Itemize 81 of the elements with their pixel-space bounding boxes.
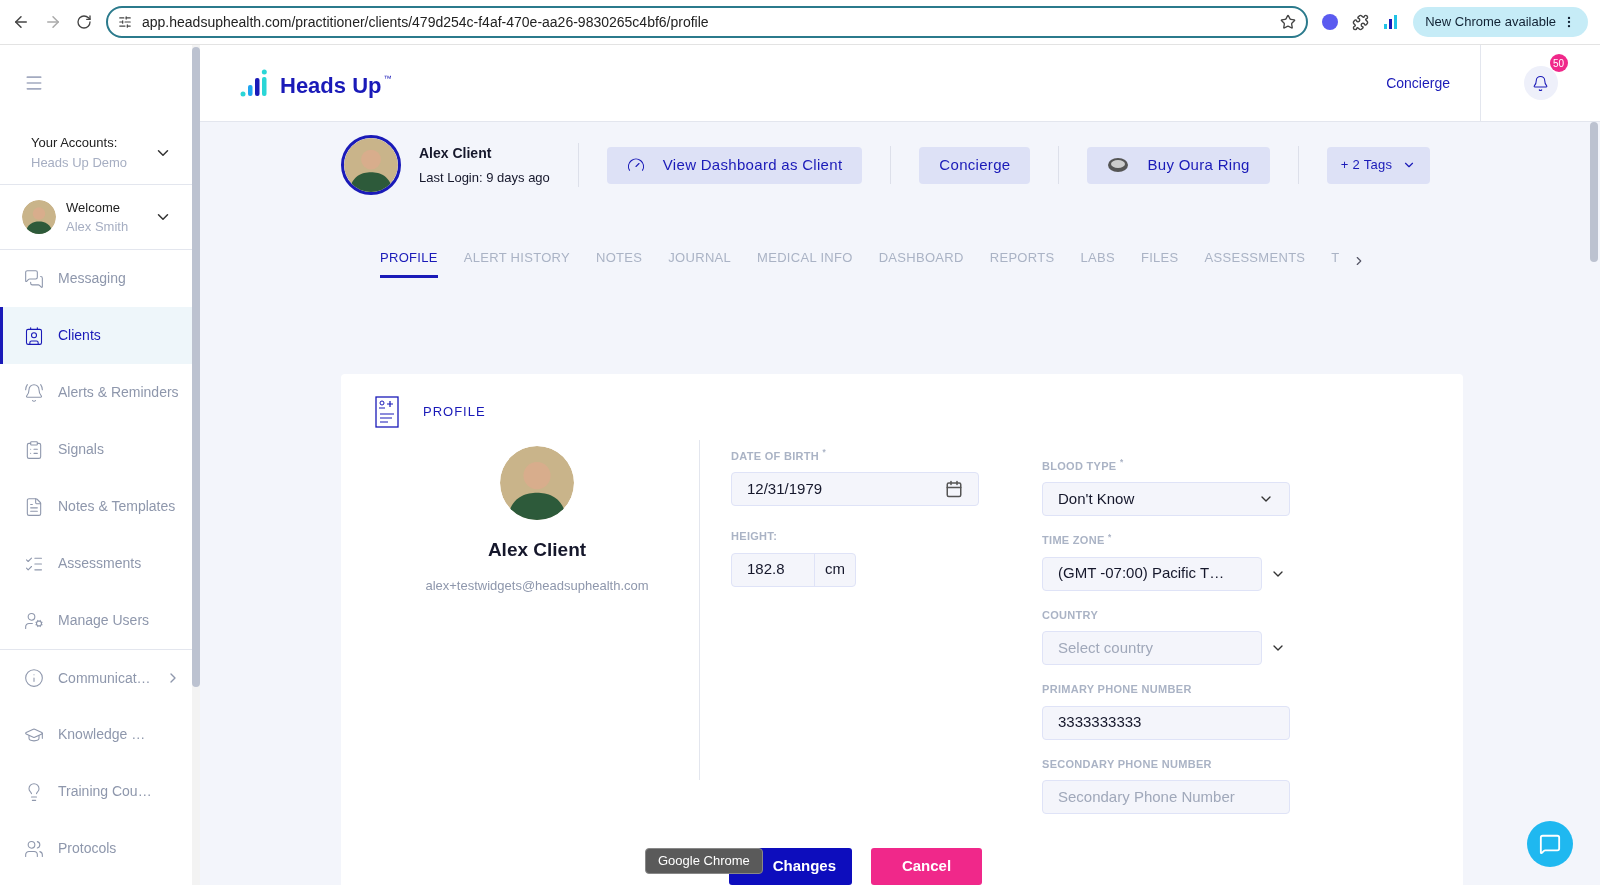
tab[interactable]: FILES bbox=[1140, 243, 1179, 278]
action-button[interactable]: Concierge bbox=[919, 146, 1031, 184]
select-field[interactable]: Don't Know bbox=[1042, 482, 1290, 516]
tab[interactable]: NOTES bbox=[596, 243, 643, 278]
group-icon bbox=[24, 838, 44, 859]
tab[interactable]: MEDICAL INFO bbox=[757, 243, 853, 278]
puzzle-icon[interactable] bbox=[1352, 13, 1370, 31]
tab[interactable]: T bbox=[1331, 243, 1340, 278]
notification-button[interactable] bbox=[1523, 66, 1558, 100]
last-login: Last Login: 9 days ago bbox=[419, 168, 550, 187]
trademark: ™ bbox=[383, 73, 392, 85]
user-gear-icon bbox=[24, 610, 44, 631]
text-field[interactable]: 3333333333 bbox=[1042, 705, 1290, 740]
update-button[interactable]: New Chrome available bbox=[1413, 7, 1588, 37]
reload-icon[interactable] bbox=[76, 14, 92, 30]
sidebar-item[interactable]: Notes & Templates bbox=[0, 478, 192, 535]
bell-icon bbox=[1532, 74, 1549, 92]
action-button[interactable]: Buy Oura Ring bbox=[1087, 146, 1270, 184]
tab[interactable]: JOURNAL bbox=[668, 243, 732, 278]
avatar bbox=[341, 135, 401, 196]
profile-document-icon bbox=[375, 395, 399, 428]
tab[interactable]: DASHBOARD bbox=[878, 243, 964, 278]
field-label: PRIMARY PHONE NUMBER bbox=[1042, 682, 1193, 697]
avatar bbox=[22, 200, 56, 234]
back-icon[interactable] bbox=[12, 13, 30, 31]
tab[interactable]: ASSESSMENTS bbox=[1204, 243, 1306, 278]
chat-bubbles-icon bbox=[24, 268, 44, 289]
user-name: Alex Smith bbox=[66, 218, 130, 236]
select-field[interactable]: Select country bbox=[1042, 631, 1262, 665]
welcome-label: Welcome bbox=[66, 198, 121, 217]
action-button[interactable]: View Dashboard as Client bbox=[606, 146, 863, 184]
card-title: PROFILE bbox=[423, 402, 486, 421]
scrollbar[interactable] bbox=[192, 47, 200, 687]
account-name: Heads Up Demo bbox=[31, 153, 128, 172]
field-label: DATE OF BIRTH $^{*}$ bbox=[731, 447, 827, 464]
sidebar-item[interactable]: Clients bbox=[0, 307, 192, 364]
address-bar[interactable]: app.headsuphealth.com/practitioner/clients/479d254c-f4af-470e-aa26-9830265c4bf6/profile bbox=[106, 6, 1309, 38]
cancel-button[interactable]: Cancel bbox=[871, 848, 982, 885]
bar-chart-icon[interactable] bbox=[1383, 14, 1400, 30]
sidebar-item[interactable]: Messaging bbox=[0, 250, 192, 307]
select-field[interactable]: (GMT -07:00) Pacific T… bbox=[1042, 556, 1262, 591]
notification-badge: 50 bbox=[1549, 54, 1568, 72]
logo-text: Heads Up bbox=[280, 75, 382, 97]
sidebar-item[interactable]: Protocols bbox=[0, 820, 192, 877]
field-label: BLOOD TYPE $^{*}$ bbox=[1042, 457, 1125, 474]
field-label: HEIGHT: bbox=[731, 529, 779, 544]
sidebar-item[interactable]: Signals bbox=[0, 421, 192, 478]
info-icon bbox=[24, 668, 44, 688]
unit-label: cm bbox=[824, 559, 846, 580]
height-field[interactable]: 182.8 cm bbox=[731, 552, 856, 587]
client-name: Alex Client bbox=[419, 143, 493, 163]
bell-icon bbox=[24, 382, 44, 403]
extension-icon[interactable] bbox=[1322, 14, 1339, 30]
tab[interactable]: REPORTS bbox=[989, 243, 1055, 278]
document-icon bbox=[24, 496, 44, 517]
sidebar-item[interactable]: Knowledge … bbox=[0, 706, 192, 763]
sidebar-item[interactable]: Training Cou… bbox=[0, 763, 192, 820]
scrollbar[interactable] bbox=[1590, 122, 1598, 262]
tooltip: Google Chrome bbox=[645, 848, 763, 874]
calendar-icon bbox=[945, 480, 963, 498]
sidebar-item[interactable]: Assessments bbox=[0, 535, 192, 592]
clipboard-icon bbox=[24, 439, 44, 460]
profile-name: Alex Client bbox=[487, 537, 587, 562]
sidebar-item[interactable]: Alerts & Reminders bbox=[0, 364, 192, 421]
sidebar-item[interactable]: Manage Users bbox=[0, 592, 192, 649]
field-label: COUNTRY bbox=[1042, 607, 1100, 623]
ring-icon bbox=[1107, 157, 1130, 174]
tab[interactable]: ALERT HISTORY bbox=[463, 243, 570, 278]
field-label: TIME ZONE $^{*}$ bbox=[1042, 532, 1113, 548]
field-label: SECONDARY PHONE NUMBER bbox=[1042, 756, 1213, 772]
accounts-label: Your Accounts: bbox=[31, 134, 119, 152]
action-button[interactable]: + 2 Tags bbox=[1326, 146, 1431, 184]
chat-icon bbox=[1539, 833, 1561, 855]
tab[interactable]: PROFILE bbox=[380, 243, 438, 278]
concierge-link[interactable]: Concierge bbox=[1386, 72, 1480, 94]
text-field[interactable]: Secondary Phone Number bbox=[1042, 780, 1290, 814]
tab[interactable]: LABS bbox=[1080, 243, 1115, 278]
profile-email: alex+testwidgets@headsuphealth.com bbox=[425, 577, 649, 595]
date-field[interactable]: 12/31/1979 bbox=[731, 472, 979, 506]
bookmark-star-icon[interactable] bbox=[1280, 14, 1297, 30]
site-info-icon[interactable] bbox=[118, 15, 132, 29]
